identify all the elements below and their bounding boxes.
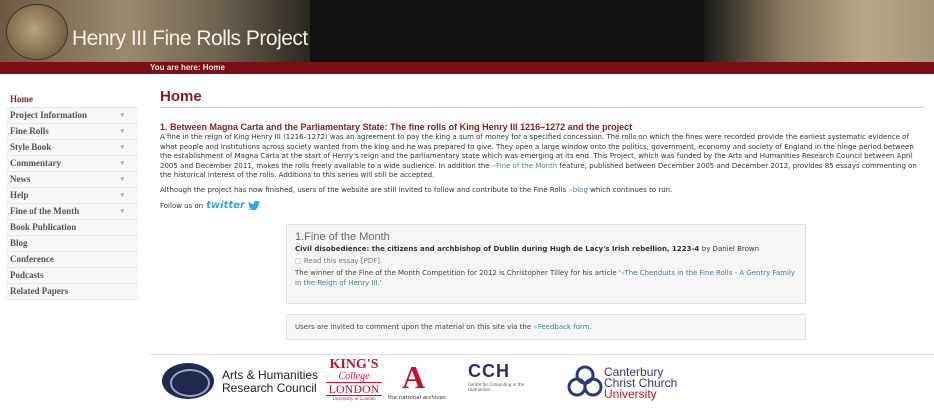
essay-title-text[interactable]: Civil disobedience: the citizens and arc… [295,245,699,253]
sidebar-item-commentary[interactable]: Commentary ▾ [6,156,138,172]
chevron-down-icon: ▾ [120,159,124,167]
fine-box-heading: 1.Fine of the Month [295,231,390,243]
read-essay-pdf-link[interactable]: Read this essay [PDF]. [304,257,382,265]
header-manuscript-image [704,0,934,62]
sidebar-item-label: Related Papers [10,286,69,296]
national-archives-text: the national archives [388,395,446,401]
cccu-line3: University [604,387,657,401]
kings-college-logo[interactable]: KING'S College LONDON University of Lond… [326,358,382,404]
sidebar-item-related-papers[interactable]: Related Papers [6,284,138,300]
feedback-text-after: . [589,323,592,331]
cch-logo[interactable]: CCH Centre for Computing in the Humaniti… [468,361,528,392]
sidebar-item-label: Conference [10,254,54,264]
partner-logos: Arts & Humanities Research Council KING'… [150,354,934,413]
breadcrumb: You are here: Home [150,63,225,72]
sidebar-item-label: Project Information [10,110,88,120]
feedback-box: Users are invited to comment upon the ma… [286,314,806,340]
sidebar-item-label: Help [10,190,29,200]
essay-title: Civil disobedience: the citizens and arc… [295,245,797,253]
ahrc-logo-text[interactable]: Arts & Humanities Research Council [222,369,318,395]
intro-paragraph: A fine in the reign of King Henry III (1… [160,133,924,181]
main-content: Home 1. Between Magna Carta and the Parl… [160,88,924,340]
sidebar-item-label: Fine of the Month [10,206,80,216]
winner-text-after: ' [379,278,382,287]
chevron-down-icon: ▾ [120,127,124,135]
sidebar-item-label: Style Book [10,142,52,152]
sidebar-item-label: Book Publication [10,222,77,232]
feedback-form-link[interactable]: Feedback form [533,323,589,331]
sidebar-item-home[interactable]: Home [6,92,138,108]
twitter-bird-icon [248,200,261,211]
sidebar-item-label: Podcasts [10,270,44,280]
sidebar-item-blog[interactable]: Blog [6,236,138,252]
site-header: Henry III Fine Rolls Project You are her… [0,0,934,74]
chevron-down-icon: ▾ [120,111,124,119]
fine-of-month-box: 1.Fine of the Month Civil disobedience: … [286,224,806,304]
breadcrumb-bar [0,62,934,74]
sidebar-item-conference[interactable]: Conference [6,252,138,268]
page-title: Home [160,88,924,108]
national-archives-logo-icon[interactable]: A [402,361,425,393]
cch-letters: CCH [468,361,510,381]
blog-paragraph: Although the project has now finished, u… [160,186,924,196]
sidebar-item-news[interactable]: News ▾ [6,172,138,188]
sidebar-item-label: Commentary [10,158,61,168]
follow-label: Follow us on [160,201,204,210]
essay-author: by Daniel Brown [701,245,760,253]
canterbury-logo-text[interactable]: Canterbury Christ Church University [604,366,677,401]
sidebar-item-label: Home [10,94,33,104]
sidebar-nav: Home Project Information ▾ Fine Rolls ▾ Style… [6,92,138,300]
kings-line3: LONDON [326,382,382,396]
sidebar-item-podcasts[interactable]: Podcasts [6,268,138,284]
competition-winner: The winner of the Fine of the Month Comp… [295,269,797,288]
sidebar-item-fine-of-the-month[interactable]: Fine of the Month ▾ [6,204,138,220]
chevron-down-icon: ▾ [120,143,124,151]
sidebar-item-project-information[interactable]: Project Information ▾ [6,108,138,124]
sidebar-item-help[interactable]: Help ▾ [6,188,138,204]
sidebar-item-label: News [10,174,31,184]
canterbury-logo-icon[interactable] [566,363,604,399]
ahrc-logo-icon[interactable] [162,363,214,399]
blog-text-after: which continues to run. [590,185,673,194]
blog-link[interactable]: blog [568,186,587,194]
sidebar-item-label: Fine Rolls [10,126,49,136]
royal-seal-icon [6,4,68,60]
sidebar-item-book-publication[interactable]: Book Publication [6,220,138,236]
site-title[interactable]: Henry III Fine Rolls Project [72,27,308,51]
chevron-down-icon: ▾ [120,175,124,183]
kings-line2: College [338,371,370,382]
follow-us: Follow us on twitter [160,200,924,211]
sidebar-item-fine-rolls[interactable]: Fine Rolls ▾ [6,124,138,140]
pdf-icon: ▢ [295,257,302,265]
winner-text-before: The winner of the Fine of the Month Comp… [295,269,621,277]
chevron-down-icon: ▾ [120,191,124,199]
kings-line4: University of London [332,397,376,402]
sidebar-item-style-book[interactable]: Style Book ▾ [6,140,138,156]
twitter-label: twitter [206,200,245,211]
feedback-text: Users are invited to comment upon the ma… [295,323,797,331]
sidebar-item-label: Blog [10,238,28,248]
fine-of-month-link[interactable]: Fine of the Month [492,162,557,170]
feedback-text-before: Users are invited to comment upon the ma… [295,323,532,331]
read-essay-row: ▢ Read this essay [PDF]. [295,257,797,265]
ahrc-line2: Research Council [222,381,317,395]
twitter-logo-link[interactable]: twitter [206,200,261,211]
chevron-down-icon: ▾ [120,207,124,215]
kings-line1: KING'S [329,357,379,372]
cch-subtitle: Centre for Computing in the Humanities [468,382,525,392]
blog-text-before: Although the project has now finished, u… [160,185,567,194]
section-heading: 1. Between Magna Carta and the Parliamen… [160,122,633,132]
